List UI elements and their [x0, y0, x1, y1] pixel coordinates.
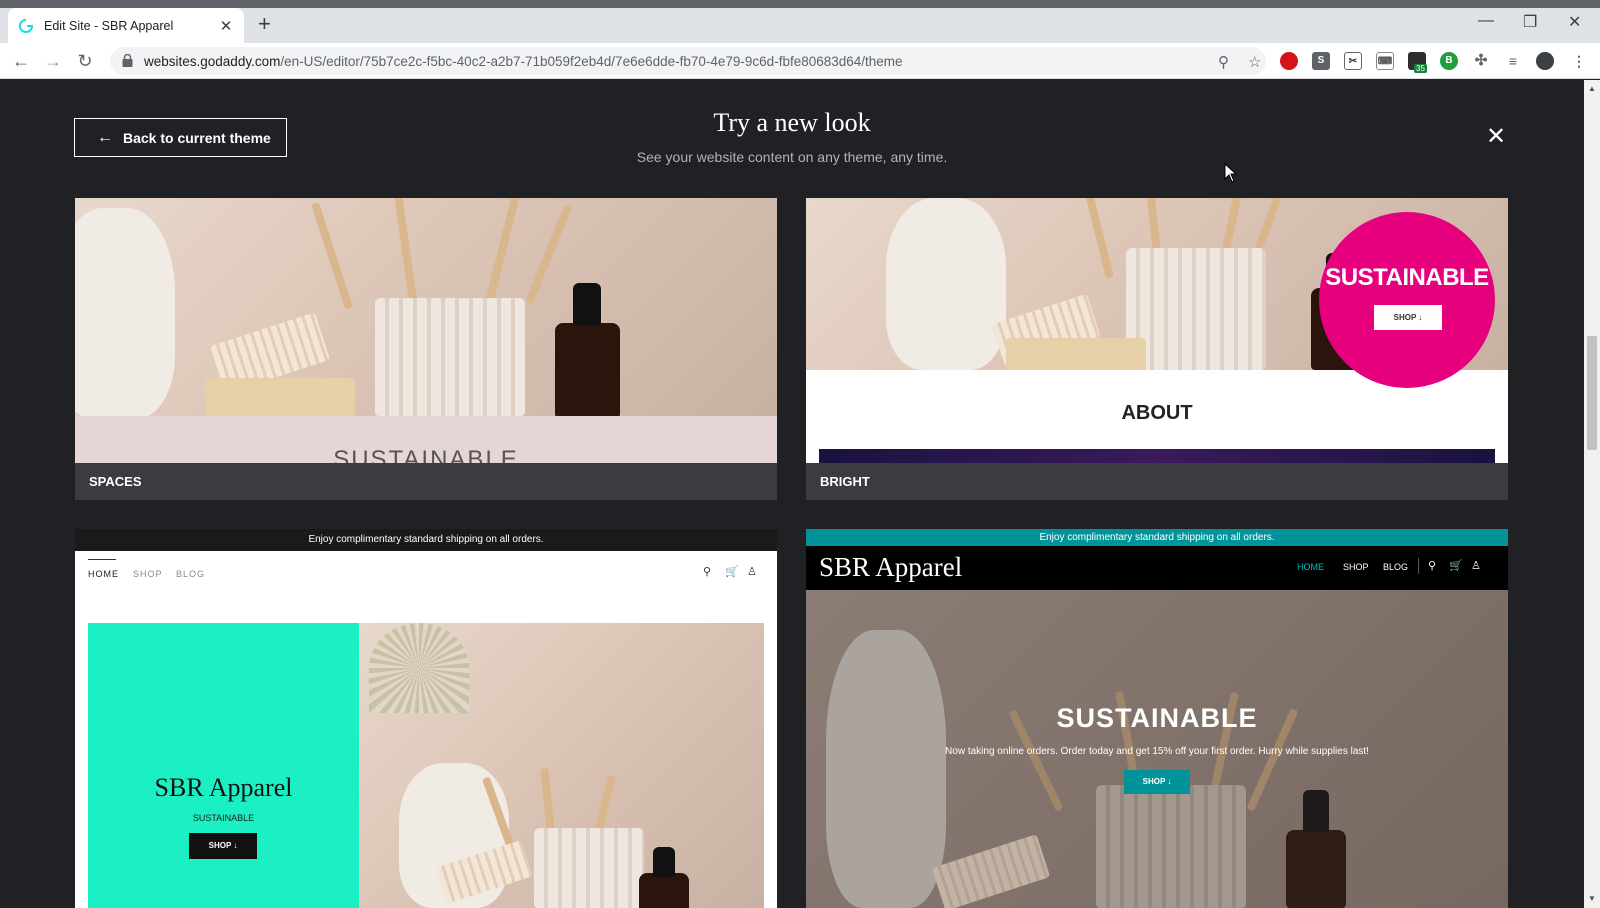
theme-card-teal[interactable]: Enjoy complimentary standard shipping on… [806, 529, 1508, 908]
page-subtitle: See your website content on any theme, a… [636, 149, 948, 165]
teal-hero-image: SUSTAINABLE Now taking online orders. Or… [806, 590, 1508, 908]
palm-leaf [369, 623, 469, 713]
extension-badge: 35 [1414, 64, 1427, 73]
profile-avatar[interactable] [1536, 52, 1554, 70]
reading-list-icon[interactable]: ≡ [1504, 52, 1522, 70]
tab-title: Edit Site - SBR Apparel [44, 18, 174, 33]
teal-nav-shop[interactable]: SHOP [1343, 562, 1369, 572]
account-icon[interactable]: ♙ [747, 565, 757, 578]
mint-tagline: SUSTAINABLE [192, 813, 255, 823]
bplus-extension-icon[interactable]: B [1440, 52, 1458, 70]
close-window-icon[interactable]: ✕ [1568, 12, 1581, 32]
url-text: websites.godaddy.com/en-US/editor/75b7ce… [144, 53, 903, 69]
extensions-puzzle-icon[interactable]: ✣ [1472, 52, 1490, 70]
bookmark-star-icon[interactable]: ☆ [1248, 53, 1261, 71]
bright-circle: SUSTAINABLE SHOP ↓ [1319, 212, 1495, 388]
mint-hero-panel: SBR Apparel SUSTAINABLE SHOP ↓ [88, 623, 359, 908]
nav-divider [1418, 558, 1419, 574]
lock-icon [122, 54, 134, 68]
mint-nav-shop[interactable]: SHOP [133, 569, 163, 579]
close-icon[interactable]: ✕ [1486, 122, 1506, 151]
teal-hero-title: SUSTAINABLE [1056, 703, 1258, 733]
theme-card-bright[interactable]: ABOUT SUSTAINABLE SHOP ↓ BRIGHT [806, 198, 1508, 500]
forward-icon[interactable]: → [42, 50, 64, 72]
mouse-cursor-icon [1224, 163, 1238, 183]
teal-hero-text: Now taking online orders. Order today an… [945, 746, 1369, 757]
mint-hero-image [359, 623, 764, 908]
tool-extension-icon[interactable]: ✂ [1344, 52, 1362, 70]
reload-icon[interactable]: ↻ [74, 50, 96, 72]
mint-shipping-banner: Enjoy complimentary standard shipping on… [75, 529, 777, 551]
new-tab-button[interactable]: + [258, 12, 271, 36]
back-icon[interactable]: ← [10, 50, 32, 72]
cart-icon[interactable]: 🛒 [725, 565, 739, 578]
zoom-icon[interactable]: ⚲ [1218, 53, 1229, 71]
window-frame [0, 0, 1600, 8]
s-extension-icon[interactable]: S [1312, 52, 1330, 70]
teal-shop-button[interactable]: SHOP ↓ [1124, 770, 1190, 794]
mint-nav-home[interactable]: HOME [88, 569, 119, 579]
theme-card-mint[interactable]: Enjoy complimentary standard shipping on… [75, 529, 777, 908]
minimize-icon[interactable]: — [1478, 12, 1494, 30]
theme-picker: ← Back to current theme Try a new look S… [0, 80, 1584, 908]
mint-nav-blog[interactable]: BLOG [176, 569, 205, 579]
theme-card-spaces[interactable]: SUSTAINABLE SPACES [75, 198, 777, 500]
spaces-hero-text: SUSTAINABLE [333, 446, 519, 463]
spaces-hero-image [75, 198, 777, 416]
page-scrollbar[interactable] [1584, 80, 1600, 908]
cart-icon[interactable]: 🛒 [1449, 559, 1463, 572]
nav-underline [88, 559, 116, 560]
tab-strip: Edit Site - SBR Apparel ✕ + — ❐ ✕ [0, 0, 1600, 43]
close-tab-icon[interactable]: ✕ [218, 17, 234, 35]
keyboard-extension-icon[interactable]: ⌨ [1376, 52, 1394, 70]
teal-header: SBR Apparel HOME SHOP BLOG ⚲ 🛒 ♙ [806, 546, 1508, 590]
scrollbar-thumb[interactable] [1587, 336, 1597, 450]
godaddy-icon [18, 18, 34, 34]
theme-name-bright: BRIGHT [806, 463, 1508, 500]
search-icon[interactable]: ⚲ [1428, 559, 1436, 572]
browser-toolbar: ← → ↻ websites.godaddy.com/en-US/editor/… [0, 43, 1600, 79]
teal-shipping-banner: Enjoy complimentary standard shipping on… [806, 529, 1508, 546]
mint-site-title: SBR Apparel [154, 773, 293, 802]
page-title: Try a new look [713, 108, 871, 137]
teal-nav-blog[interactable]: BLOG [1383, 562, 1408, 572]
bright-shop-button[interactable]: SHOP ↓ [1374, 305, 1442, 330]
teal-nav-home[interactable]: HOME [1297, 562, 1324, 572]
bright-circle-title: SUSTAINABLE [1325, 264, 1489, 291]
spaces-hero-band: SUSTAINABLE [75, 416, 777, 463]
bright-about-title: ABOUT [1121, 402, 1193, 424]
teal-site-title: SBR Apparel [819, 552, 963, 582]
account-icon[interactable]: ♙ [1471, 559, 1481, 572]
mint-shop-button[interactable]: SHOP ↓ [189, 833, 257, 859]
address-bar[interactable]: websites.godaddy.com/en-US/editor/75b7ce… [110, 47, 1266, 75]
menu-dots-icon[interactable]: ⋮ [1570, 52, 1588, 70]
scroll-up-icon[interactable]: ▲ [1587, 84, 1597, 93]
browser-tab[interactable]: Edit Site - SBR Apparel ✕ [8, 8, 244, 43]
adblock-extension-icon[interactable] [1280, 52, 1298, 70]
theme-name-spaces: SPACES [75, 463, 777, 500]
search-icon[interactable]: ⚲ [703, 565, 711, 578]
restore-icon[interactable]: ❐ [1523, 12, 1537, 32]
scroll-down-icon[interactable]: ▼ [1587, 894, 1597, 903]
bright-image-strip [819, 449, 1495, 463]
